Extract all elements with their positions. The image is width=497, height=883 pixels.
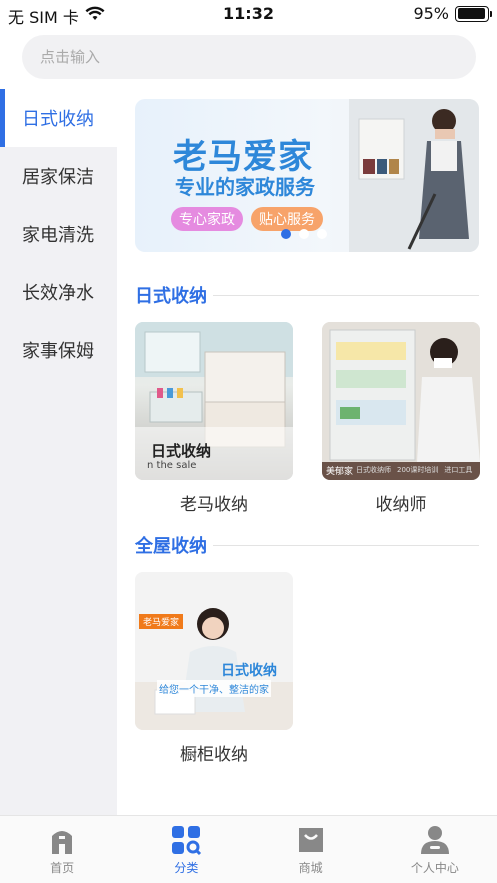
- banner-tag-dedicated: 专心家政: [171, 207, 243, 231]
- section-divider: [213, 544, 479, 546]
- card-overlay-brand: 美郁家: [326, 467, 354, 477]
- battery-percent: 95%: [413, 4, 449, 23]
- woman-smiling-illustration: [135, 572, 293, 730]
- status-right: 95%: [413, 4, 492, 23]
- tab-profile[interactable]: 个人中心: [373, 816, 497, 883]
- card-image: 美郁家 日式收纳师 200课时培训 进口工具: [322, 322, 480, 480]
- sidebar-item-label: 日式收纳: [22, 109, 94, 130]
- bottom-tab-bar: 首页 分类 商城 个人中心: [0, 815, 497, 883]
- tab-label: 商城: [298, 861, 323, 875]
- sidebar-item-housekeeper[interactable]: 家事保姆: [0, 321, 117, 379]
- tab-home[interactable]: 首页: [0, 816, 124, 883]
- tab-label: 首页: [50, 861, 75, 875]
- carousel-dot[interactable]: [317, 229, 327, 239]
- card-overlay-subtitle: 给您一个干净、整洁的家: [157, 680, 271, 697]
- service-card-laoma-storage[interactable]: 日式收纳 n the sale 老马收纳: [135, 322, 293, 515]
- fridge-organizer-illustration: [322, 322, 480, 480]
- section-title-text: 全屋收纳: [135, 536, 207, 557]
- card-overlay-brand: 老马爱家: [139, 614, 184, 629]
- category-sidebar: 日式收纳 居家保洁 家电清洗 长效净水 家事保姆: [0, 89, 117, 815]
- sidebar-item-appliance-cleaning[interactable]: 家电清洗: [0, 205, 117, 263]
- shop-bag-icon: [298, 828, 323, 852]
- section-divider: [213, 294, 479, 296]
- card-image: 日式收纳 n the sale: [135, 322, 293, 480]
- carousel-dot-active[interactable]: [281, 229, 291, 239]
- sidebar-item-label: 居家保洁: [22, 167, 94, 188]
- banner-tag-caring: 贴心服务: [251, 207, 323, 231]
- search-input[interactable]: [22, 35, 476, 79]
- service-card-organizer[interactable]: 美郁家 日式收纳师 200课时培训 进口工具 收纳师: [322, 322, 480, 515]
- sidebar-item-label: 家电清洗: [22, 225, 94, 246]
- card-image: 老马爱家 日式收纳 给您一个干净、整洁的家: [135, 572, 293, 730]
- battery-icon: [455, 5, 492, 22]
- card-label: 老马收纳: [180, 495, 248, 515]
- main-content: 老马爱家 专业的家政服务 专心家政 贴心服务 日式收纳 日式收纳 n the s…: [117, 89, 497, 815]
- card-overlay-subtitle: n the sale: [147, 460, 197, 471]
- card-overlay-tag: 日式收纳师: [356, 466, 391, 474]
- card-overlay-tag: 进口工具: [444, 466, 473, 474]
- tab-label: 个人中心: [410, 861, 459, 875]
- sidebar-item-home-cleaning[interactable]: 居家保洁: [0, 147, 117, 205]
- section-title-whole-house-storage: 全屋收纳: [135, 532, 479, 558]
- card-overlay-tag: 200课时培训: [397, 466, 439, 474]
- service-card-cabinet-storage[interactable]: 老马爱家 日式收纳 给您一个干净、整洁的家 橱柜收纳: [135, 572, 293, 765]
- card-overlay-tags: 日式收纳师 200课时培训 进口工具: [356, 465, 472, 475]
- card-label: 橱柜收纳: [180, 745, 248, 765]
- status-bar: 无 SIM 卡 11:32 95%: [0, 0, 497, 30]
- tab-category[interactable]: 分类: [124, 816, 248, 883]
- category-icon: [172, 826, 202, 856]
- tab-label: 分类: [174, 861, 199, 875]
- section-title-text: 日式收纳: [135, 286, 207, 307]
- app-root: 无 SIM 卡 11:32 95% 日式收纳 居家保洁 家电清洗 长效净水 家事…: [0, 0, 497, 883]
- section-title-japanese-storage: 日式收纳: [135, 282, 479, 308]
- sidebar-item-label: 长效净水: [22, 283, 94, 304]
- user-icon: [420, 826, 449, 854]
- carousel-dot[interactable]: [299, 229, 309, 239]
- card-overlay-title: 日式收纳: [221, 663, 277, 679]
- home-icon: [52, 831, 73, 854]
- card-label: 收纳师: [375, 495, 427, 515]
- card-overlay-title: 日式收纳: [151, 442, 212, 460]
- banner-subtitle: 专业的家政服务: [175, 175, 315, 199]
- tab-shop[interactable]: 商城: [249, 816, 373, 883]
- battery-fill: [457, 8, 486, 19]
- promo-banner[interactable]: 老马爱家 专业的家政服务 专心家政 贴心服务: [135, 99, 479, 252]
- sidebar-item-japanese-storage[interactable]: 日式收纳: [0, 89, 117, 147]
- banner-photo-illustration: [349, 99, 479, 252]
- search-bar[interactable]: [22, 35, 476, 79]
- sidebar-item-water-purification[interactable]: 长效净水: [0, 263, 117, 321]
- sidebar-item-label: 家事保姆: [22, 341, 94, 362]
- carousel-indicator: [281, 229, 327, 239]
